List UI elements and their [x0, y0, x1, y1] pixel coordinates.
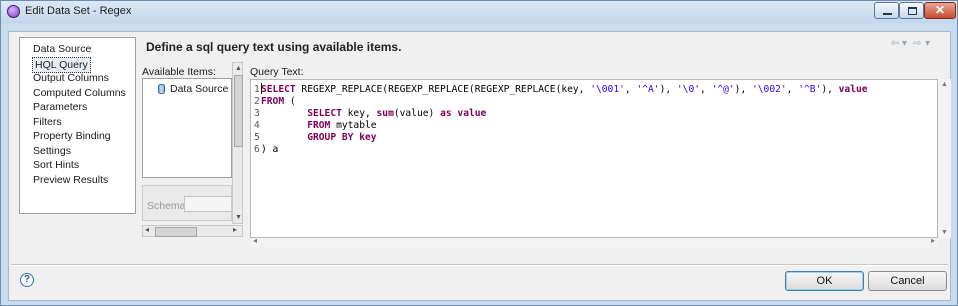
nav-item-output-columns[interactable]: Output Columns	[33, 71, 109, 85]
scrollbar-thumb[interactable]	[234, 75, 243, 147]
title-bar[interactable]: Edit Data Set - Regex ✕	[1, 1, 957, 23]
maximize-button[interactable]	[899, 2, 924, 19]
scroll-right-arrow-icon[interactable]: ▸	[233, 225, 237, 234]
close-icon: ✕	[934, 3, 946, 17]
ok-button[interactable]: OK	[785, 271, 864, 291]
code-text: SELECT REGEXP_REPLACE(REGEXP_REPLACE(REG…	[261, 84, 868, 96]
window-title: Edit Data Set - Regex	[25, 5, 132, 17]
database-icon	[158, 84, 165, 94]
scroll-up-arrow-icon[interactable]: ▲	[235, 65, 242, 72]
scroll-down-arrow-icon[interactable]: ▼	[235, 214, 242, 221]
sql-keyword: key	[359, 132, 377, 143]
code-text: SELECT key, sum(value) as value	[261, 108, 486, 120]
sql-keyword: sum	[376, 108, 394, 119]
sql-string: '^B'	[798, 84, 822, 95]
schema-filter-area: Schema:	[142, 185, 232, 221]
minimize-button[interactable]	[874, 2, 899, 19]
scroll-left-arrow-icon[interactable]: ◂	[253, 236, 257, 245]
history-forward-menu-icon[interactable]: ▾	[925, 38, 930, 49]
sql-string: '^@'	[711, 84, 735, 95]
sql-string: '^A'	[636, 84, 660, 95]
footer-separator	[11, 264, 948, 266]
code-text: ) a	[261, 144, 278, 156]
available-items-label: Available Items:	[142, 66, 216, 78]
left-panel-vertical-scrollbar[interactable]: ▲ ▼	[232, 62, 243, 224]
sql-keyword: value	[838, 84, 868, 95]
schema-combo[interactable]	[184, 196, 231, 212]
code-text: GROUP BY key	[261, 132, 377, 144]
sql-keyword: value	[457, 108, 487, 119]
code-text: FROM (	[261, 96, 296, 108]
sql-token: ),	[821, 84, 839, 95]
sql-token: ) a	[261, 144, 279, 155]
sql-keyword: as	[440, 108, 452, 119]
sql-token: REGEXP_REPLACE(REGEXP_REPLACE(REGEXP_REP…	[295, 84, 591, 95]
sql-token: ),	[659, 84, 677, 95]
sql-string: '\0'	[676, 84, 700, 95]
query-text-label: Query Text:	[250, 66, 304, 78]
page-title: Define a sql query text using available …	[146, 40, 402, 54]
history-back-menu-icon[interactable]: ▾	[902, 38, 907, 49]
available-items-tree[interactable]: Data Source	[142, 78, 232, 178]
nav-item-settings[interactable]: Settings	[33, 144, 71, 158]
sql-token: (value)	[393, 108, 441, 119]
editor-vertical-scrollbar[interactable]: ▲ ▼	[938, 79, 951, 238]
sql-string: '\002'	[752, 84, 787, 95]
history-forward-icon[interactable]: ⇨	[913, 38, 921, 49]
cancel-button[interactable]: Cancel	[868, 271, 947, 291]
sql-token: (	[284, 96, 296, 107]
query-text-editor[interactable]: 1 SELECT REGEXP_REPLACE(REGEXP_REPLACE(RE…	[250, 79, 938, 238]
sql-token: ),	[734, 84, 752, 95]
nav-item-data-source[interactable]: Data Source	[33, 42, 91, 56]
history-back-icon[interactable]: ⇦	[891, 38, 899, 49]
sql-keyword: FROM	[307, 120, 331, 131]
editor-horizontal-scrollbar[interactable]: ◂ ▸	[250, 236, 938, 247]
sql-string: '\001'	[590, 84, 625, 95]
scroll-right-arrow-icon[interactable]: ▸	[931, 236, 935, 245]
sql-keyword: SELECT	[261, 84, 296, 95]
schema-label: Schema:	[147, 200, 189, 212]
sql-token: ,	[624, 84, 637, 95]
scroll-left-arrow-icon[interactable]: ◂	[145, 225, 149, 234]
sql-token: mytable	[330, 120, 377, 131]
nav-item-computed-columns[interactable]: Computed Columns	[33, 86, 126, 100]
left-panel-horizontal-scrollbar[interactable]: ◂ ▸	[142, 225, 243, 237]
scroll-down-arrow-icon[interactable]: ▼	[941, 229, 948, 236]
scroll-up-arrow-icon[interactable]: ▲	[941, 81, 948, 88]
dialog-window: Edit Data Set - Regex ✕ Data Source HQL Q…	[0, 0, 958, 306]
sql-keyword: GROUP BY	[307, 132, 354, 143]
tree-item-data-source[interactable]: Data Source	[170, 83, 228, 95]
nav-item-property-binding[interactable]: Property Binding	[33, 129, 111, 143]
help-icon[interactable]: ?	[20, 273, 34, 287]
page-navigation-list: Data Source HQL Query Output Columns Comput…	[19, 37, 136, 214]
eclipse-app-icon	[7, 5, 20, 18]
sql-token: ,	[700, 84, 712, 95]
scrollbar-thumb[interactable]	[155, 227, 197, 237]
sql-keyword: FROM	[261, 96, 285, 107]
dialog-content: Data Source HQL Query Output Columns Comput…	[8, 31, 951, 301]
nav-item-sort-hints[interactable]: Sort Hints	[33, 158, 79, 172]
sql-token: key,	[341, 108, 377, 119]
close-button[interactable]: ✕	[924, 2, 956, 19]
nav-item-preview-results[interactable]: Preview Results	[33, 173, 108, 187]
code-text: FROM mytable	[261, 120, 377, 132]
sql-keyword: SELECT	[307, 108, 342, 119]
nav-item-parameters[interactable]: Parameters	[33, 100, 87, 114]
nav-item-filters[interactable]: Filters	[33, 115, 62, 129]
sql-token: ,	[786, 84, 799, 95]
